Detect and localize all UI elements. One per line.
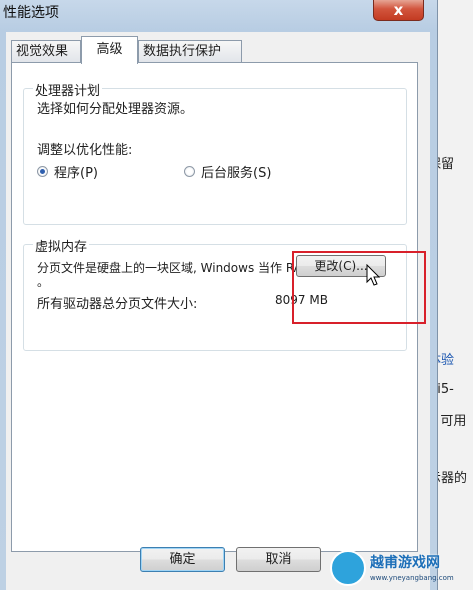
watermark-logo-icon	[330, 550, 366, 586]
close-button[interactable]: x	[373, 0, 424, 21]
title-bar[interactable]: 性能选项 x	[0, 0, 437, 32]
processor-scheduling-group: 处理器计划 选择如何分配处理器资源。 调整以优化性能: 程序(P) 后台服务(S…	[23, 80, 407, 225]
background-services-radio-label[interactable]: 后台服务(S)	[201, 162, 271, 181]
ok-button[interactable]: 确定	[140, 547, 225, 572]
virtual-memory-title: 虚拟内存	[33, 236, 90, 255]
watermark-url: www.yneyangbang.com	[370, 574, 454, 582]
site-watermark: 越甫游戏网 www.yneyangbang.com	[330, 548, 473, 590]
cancel-button[interactable]: 取消	[236, 547, 321, 572]
processor-scheduling-description: 选择如何分配处理器资源。	[37, 102, 194, 117]
programs-radio-label[interactable]: 程序(P)	[54, 162, 98, 181]
performance-options-dialog: 性能选项 x 视觉效果 高级 数据执行保护 处理器计划 选择如何分配处理器资源。…	[0, 0, 438, 590]
processor-scheduling-title: 处理器计划	[33, 80, 103, 99]
tab-visual-effects[interactable]: 视觉效果	[11, 40, 81, 62]
total-paging-file-label: 所有驱动器总分页文件大小:	[37, 297, 198, 312]
programs-radio[interactable]	[37, 166, 48, 177]
background-services-radio[interactable]	[184, 166, 195, 177]
tab-advanced[interactable]: 高级	[81, 36, 138, 64]
tab-data-execution-prevention[interactable]: 数据执行保护	[138, 40, 242, 62]
adjust-for-performance-label: 调整以优化性能:	[37, 143, 133, 158]
mouse-cursor-icon	[366, 264, 381, 286]
virtual-memory-description-cont: 。	[37, 275, 50, 289]
watermark-title: 越甫游戏网	[370, 555, 440, 571]
red-highlight-box	[292, 251, 426, 324]
dialog-title: 性能选项	[3, 5, 59, 21]
close-icon: x	[393, 1, 404, 19]
